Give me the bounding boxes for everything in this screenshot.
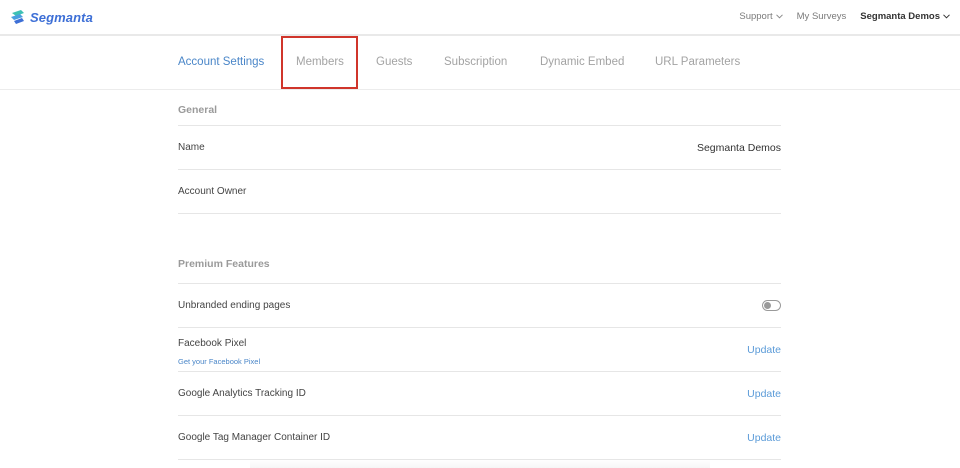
toggle-knob [764, 302, 771, 309]
google-tag-manager-label: Google Tag Manager Container ID [178, 432, 331, 443]
unbranded-label: Unbranded ending pages [178, 300, 291, 311]
name-label: Name [178, 142, 205, 153]
tab-account-settings[interactable]: Account Settings [178, 56, 264, 68]
google-analytics-label: Google Analytics Tracking ID [178, 388, 306, 399]
google-tag-manager-row: Google Tag Manager Container ID Update [178, 416, 781, 460]
account-menu-label: Segmanta Demos [860, 11, 940, 22]
my-surveys-link[interactable]: My Surveys [797, 11, 847, 22]
tab-url-parameters[interactable]: URL Parameters [655, 56, 740, 68]
support-menu[interactable]: Support [739, 11, 783, 22]
google-analytics-update-link[interactable]: Update [747, 388, 781, 400]
google-tag-manager-update-link[interactable]: Update [747, 432, 781, 444]
brand-name: Segmanta [30, 9, 93, 25]
segmanta-logo-icon [11, 10, 24, 24]
highlight-box [281, 36, 358, 89]
support-label: Support [739, 11, 773, 22]
settings-tabs: Account Settings Members Guests Subscrip… [0, 36, 960, 90]
facebook-pixel-label: Facebook Pixel [178, 338, 247, 349]
scroll-fade [250, 460, 710, 468]
chevron-down-icon [943, 14, 950, 19]
get-facebook-pixel-link[interactable]: Get your Facebook Pixel [178, 357, 260, 366]
account-owner-label: Account Owner [178, 186, 247, 197]
facebook-pixel-update-link[interactable]: Update [747, 344, 781, 356]
general-section-title: General [178, 90, 781, 126]
account-owner-row: Account Owner [178, 170, 781, 214]
account-menu[interactable]: Segmanta Demos [860, 11, 950, 22]
my-surveys-label: My Surveys [796, 11, 847, 22]
tab-guests[interactable]: Guests [376, 56, 412, 68]
name-row: Name Segmanta Demos [178, 126, 781, 170]
tab-dynamic-embed[interactable]: Dynamic Embed [540, 56, 624, 68]
premium-section-title: Premium Features [178, 254, 781, 284]
google-analytics-row: Google Analytics Tracking ID Update [178, 372, 781, 416]
top-nav: Support My Surveys Segmanta Demos [725, 11, 950, 22]
facebook-pixel-row: Facebook Pixel Get your Facebook Pixel U… [178, 328, 781, 372]
chevron-down-icon [775, 14, 783, 19]
settings-content: General Name Segmanta Demos Account Owne… [178, 90, 781, 460]
facebook-pixel-text: Facebook Pixel Get your Facebook Pixel [178, 333, 260, 366]
brand-logo[interactable]: Segmanta [9, 7, 93, 27]
name-value: Segmanta Demos [696, 141, 781, 154]
unbranded-row: Unbranded ending pages [178, 284, 781, 328]
unbranded-toggle[interactable] [762, 300, 781, 311]
top-bar: Segmanta Support My Surveys Segmanta Dem… [0, 0, 960, 36]
tab-subscription[interactable]: Subscription [444, 56, 507, 68]
